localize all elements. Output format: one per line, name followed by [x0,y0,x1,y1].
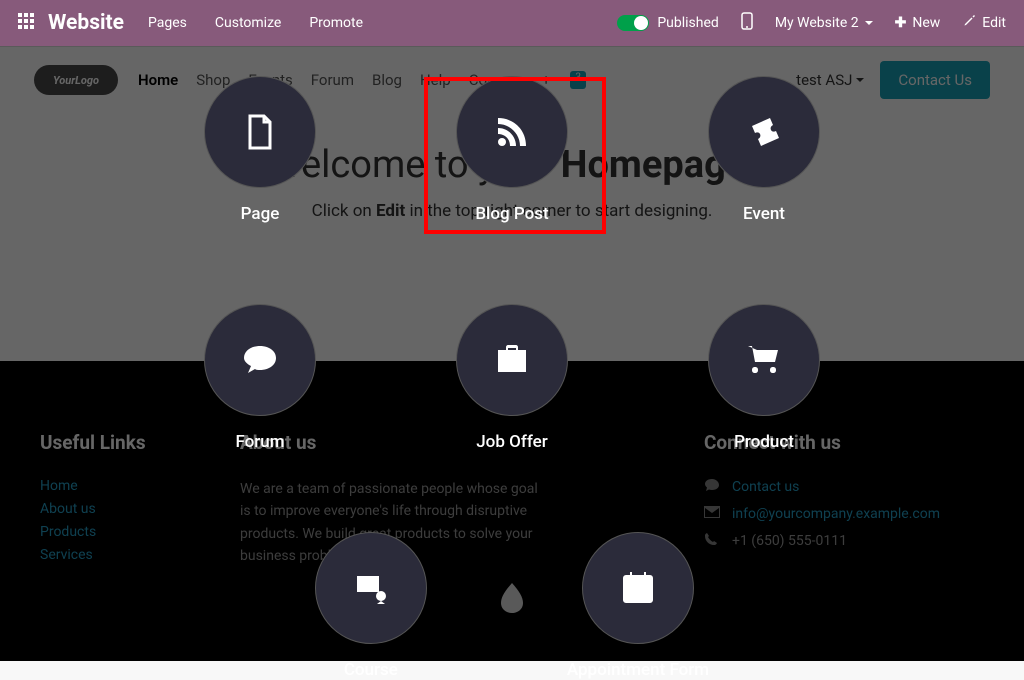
option-label: Product [734,432,794,452]
option-label: Job Offer [476,432,548,452]
menu-customize[interactable]: Customize [215,15,281,31]
plus-icon: ✚ [895,15,907,31]
new-content-overlay: Page Blog Post Event Forum [0,46,1024,651]
brand-title: Website [48,11,124,35]
option-course[interactable]: Course [315,532,427,680]
menu-promote[interactable]: Promote [309,15,363,31]
menu-pages[interactable]: Pages [148,15,187,31]
new-content-modal: Page Blog Post Event Forum [132,76,892,651]
site-selector[interactable]: My Website 2 [775,15,873,31]
page-icon [204,76,316,188]
apps-icon[interactable] [18,13,34,34]
edit-button[interactable]: Edit [962,14,1006,32]
publish-toggle[interactable] [617,15,649,31]
new-button[interactable]: ✚ New [895,15,941,31]
option-label: Event [743,204,785,224]
edit-label: Edit [982,15,1006,31]
option-event[interactable]: Event [708,76,820,224]
top-right: Published My Website 2 ✚ New Edit [617,12,1006,34]
mobile-icon[interactable] [741,12,753,34]
option-label: Blog Post [475,204,548,224]
option-label: Page [241,204,280,224]
calendar-icon [582,532,694,644]
published-wrap: Published [617,15,718,31]
site-name: My Website 2 [775,15,859,31]
presentation-icon [315,532,427,644]
option-appointment-form[interactable]: Appointment Form [567,532,709,680]
ticket-icon [708,76,820,188]
option-blog-post[interactable]: Blog Post [456,76,568,224]
cart-icon [708,304,820,416]
briefcase-icon [456,304,568,416]
top-bar: Website Pages Customize Promote Publishe… [0,0,1024,46]
loading-icon [499,583,525,611]
option-forum[interactable]: Forum [204,304,316,452]
option-page[interactable]: Page [204,76,316,224]
pencil-icon [962,14,976,32]
new-label: New [912,15,940,31]
rss-icon [456,76,568,188]
option-label: Course [344,660,398,680]
option-label: Appointment Form [567,660,709,680]
published-label: Published [657,15,718,31]
option-job-offer[interactable]: Job Offer [456,304,568,452]
option-product[interactable]: Product [708,304,820,452]
option-label: Forum [235,432,284,452]
top-menu: Pages Customize Promote [148,15,363,31]
comment-icon [204,304,316,416]
